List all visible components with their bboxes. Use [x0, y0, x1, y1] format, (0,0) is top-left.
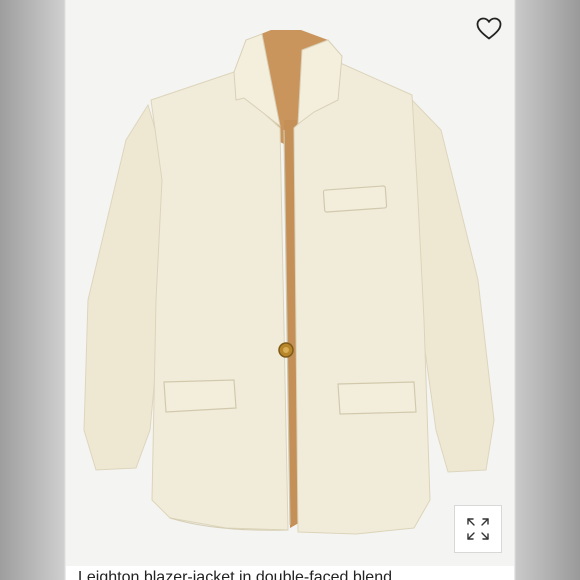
heart-outline-icon	[476, 17, 502, 40]
expand-image-button[interactable]	[454, 505, 502, 553]
product-image[interactable]	[66, 0, 514, 566]
expand-arrows-icon	[467, 518, 489, 540]
product-title: Leighton blazer-jacket in double-faced b…	[78, 569, 392, 580]
caption-bar: Leighton blazer-jacket in double-faced b…	[66, 566, 514, 580]
product-image-panel	[66, 0, 514, 566]
favorite-button[interactable]	[474, 14, 504, 44]
